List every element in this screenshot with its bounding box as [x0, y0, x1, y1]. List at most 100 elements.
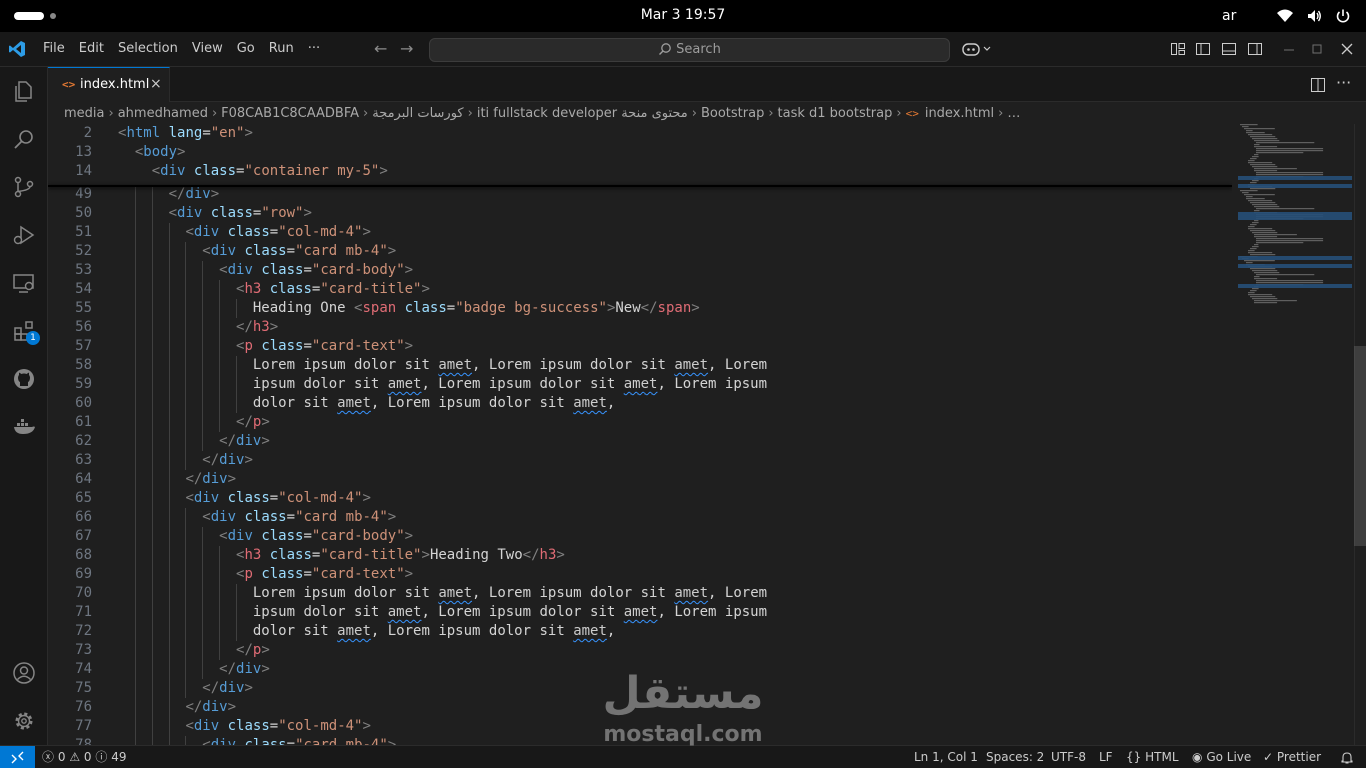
- close-tab-icon[interactable]: ×: [150, 76, 162, 92]
- toggle-panel-icon[interactable]: [1221, 41, 1237, 61]
- sticky-scroll-line[interactable]: 2 <html lang="en">: [48, 124, 1232, 143]
- split-editor-icon[interactable]: [1310, 77, 1326, 97]
- search-view-icon[interactable]: [12, 127, 36, 151]
- cursor-position[interactable]: Ln 1, Col 1: [914, 746, 978, 768]
- code-line[interactable]: 61 </p>: [48, 413, 1232, 432]
- problems-indicator[interactable]: ⓧ 0 ⚠ 0 ⓘ 49: [42, 746, 127, 768]
- toggle-secondary-sidebar-icon[interactable]: [1247, 41, 1263, 61]
- code-text: Lorem ipsum dolor sit amet, Lorem ipsum …: [253, 356, 767, 375]
- code-line[interactable]: 77 <div class="col-md-4">: [48, 717, 1232, 736]
- language-mode[interactable]: {} HTML: [1126, 746, 1179, 768]
- tab-index-html[interactable]: <> index.html ×: [48, 67, 170, 102]
- menu-file[interactable]: File: [36, 32, 72, 66]
- more-actions-icon[interactable]: ···: [1336, 73, 1351, 92]
- scrollbar-thumb[interactable]: [1354, 346, 1366, 546]
- code-line[interactable]: 50 <div class="row">: [48, 204, 1232, 223]
- forward-arrow-icon[interactable]: →: [400, 40, 413, 58]
- code-line[interactable]: 74 </div>: [48, 660, 1232, 679]
- input-language-indicator[interactable]: ar: [1222, 0, 1236, 32]
- run-debug-icon[interactable]: [12, 223, 36, 247]
- indent-guide: [185, 318, 187, 337]
- explorer-icon[interactable]: [12, 79, 36, 103]
- code-line[interactable]: 75 </div>: [48, 679, 1232, 698]
- breadcrumb-item[interactable]: Bootstrap: [701, 106, 764, 121]
- settings-gear-icon[interactable]: [12, 709, 36, 733]
- workspace-dot[interactable]: [50, 13, 56, 19]
- prettier-status[interactable]: ✓ Prettier: [1263, 746, 1321, 768]
- menu-view[interactable]: View: [185, 32, 230, 66]
- menu-more[interactable]: ···: [301, 32, 327, 66]
- code-line[interactable]: 67 <div class="card-body">: [48, 527, 1232, 546]
- code-line[interactable]: 62 </div>: [48, 432, 1232, 451]
- code-line[interactable]: 57 <p class="card-text">: [48, 337, 1232, 356]
- end-of-line[interactable]: LF: [1099, 746, 1113, 768]
- indentation[interactable]: Spaces: 2: [986, 746, 1044, 768]
- breadcrumb-item[interactable]: media: [64, 106, 105, 121]
- code-line[interactable]: 49 </div>: [48, 185, 1232, 204]
- source-control-icon[interactable]: [12, 175, 36, 199]
- restore-window-icon[interactable]: [1311, 41, 1323, 61]
- code-editor[interactable]: 49 </div> 50 <div class="row"> 51 <div class=…: [48, 124, 1232, 745]
- breadcrumb-item[interactable]: F08CAB1C8CAADBFA: [221, 106, 359, 121]
- indent-guide: [134, 679, 136, 698]
- notifications-bell-icon[interactable]: [1340, 750, 1354, 768]
- code-line[interactable]: 53 <div class="card-body">: [48, 261, 1232, 280]
- minimap[interactable]: [1232, 124, 1354, 745]
- code-line[interactable]: 66 <div class="card mb-4">: [48, 508, 1232, 527]
- breadcrumb-item[interactable]: كورسات البرمجة: [372, 106, 463, 121]
- power-icon[interactable]: [1335, 8, 1351, 28]
- back-arrow-icon[interactable]: ←: [374, 40, 387, 58]
- indent-guide: [219, 356, 221, 375]
- indent-guide: [134, 280, 136, 299]
- activities-indicator[interactable]: [14, 12, 44, 20]
- code-line[interactable]: 65 <div class="col-md-4">: [48, 489, 1232, 508]
- code-line[interactable]: 63 </div>: [48, 451, 1232, 470]
- go-live-button[interactable]: ◉ Go Live: [1192, 746, 1251, 768]
- menu-go[interactable]: Go: [230, 32, 262, 66]
- menu-run[interactable]: Run: [262, 32, 301, 66]
- docker-icon[interactable]: [12, 415, 36, 439]
- sticky-scroll-line[interactable]: 13 <body>: [48, 143, 1232, 162]
- code-line[interactable]: 73 </p>: [48, 641, 1232, 660]
- menu-edit[interactable]: Edit: [72, 32, 111, 66]
- copilot-icon[interactable]: [962, 41, 992, 61]
- wifi-icon[interactable]: [1276, 8, 1294, 28]
- system-clock[interactable]: Mar 3 19:57: [600, 0, 766, 32]
- volume-icon[interactable]: [1306, 8, 1322, 28]
- code-line[interactable]: 70 Lorem ipsum dolor sit amet, Lorem ipsu…: [48, 584, 1232, 603]
- code-line[interactable]: 59 ipsum dolor sit amet, Lorem ipsum dolo…: [48, 375, 1232, 394]
- menu-selection[interactable]: Selection: [111, 32, 185, 66]
- code-line[interactable]: 76 </div>: [48, 698, 1232, 717]
- code-line[interactable]: 68 <h3 class="card-title">Heading Two</h3…: [48, 546, 1232, 565]
- code-line[interactable]: 60 dolor sit amet, Lorem ipsum dolor sit …: [48, 394, 1232, 413]
- spelling-warning-token: amet: [337, 395, 371, 411]
- code-line[interactable]: 56 </h3>: [48, 318, 1232, 337]
- code-line[interactable]: 72 dolor sit amet, Lorem ipsum dolor sit …: [48, 622, 1232, 641]
- code-line[interactable]: 51 <div class="col-md-4">: [48, 223, 1232, 242]
- remote-explorer-icon[interactable]: [12, 271, 36, 295]
- code-line[interactable]: 54 <h3 class="card-title">: [48, 280, 1232, 299]
- code-line[interactable]: 69 <p class="card-text">: [48, 565, 1232, 584]
- toggle-primary-sidebar-icon[interactable]: [1195, 41, 1211, 61]
- breadcrumb-item[interactable]: iti fullstack developer محتوى منحة: [477, 106, 688, 121]
- code-line[interactable]: 55 Heading One <span class="badge bg-succ…: [48, 299, 1232, 318]
- code-line[interactable]: 52 <div class="card mb-4">: [48, 242, 1232, 261]
- breadcrumb-item[interactable]: index.html: [925, 106, 994, 121]
- code-line[interactable]: 58 Lorem ipsum dolor sit amet, Lorem ipsu…: [48, 356, 1232, 375]
- breadcrumb-item[interactable]: ahmedhamed: [118, 106, 208, 121]
- code-line[interactable]: 71 ipsum dolor sit amet, Lorem ipsum dolo…: [48, 603, 1232, 622]
- minimize-window-icon[interactable]: [1283, 41, 1295, 61]
- accounts-icon[interactable]: [12, 661, 36, 685]
- remote-indicator[interactable]: [0, 746, 35, 768]
- command-center-search[interactable]: Search: [429, 38, 950, 62]
- code-text: <div class="col-md-4">: [185, 717, 371, 736]
- breadcrumb-item[interactable]: task d1 bootstrap: [778, 106, 893, 121]
- code-line[interactable]: 78 <div class="card mb-4">: [48, 736, 1232, 745]
- github-icon[interactable]: [12, 367, 36, 391]
- sticky-scroll-line[interactable]: 14 <div class="container my-5">: [48, 162, 1232, 181]
- encoding[interactable]: UTF-8: [1051, 746, 1086, 768]
- breadcrumb-item[interactable]: …: [1007, 106, 1020, 121]
- code-line[interactable]: 64 </div>: [48, 470, 1232, 489]
- customize-layout-icon[interactable]: [1170, 41, 1186, 61]
- close-window-icon[interactable]: [1340, 41, 1354, 61]
